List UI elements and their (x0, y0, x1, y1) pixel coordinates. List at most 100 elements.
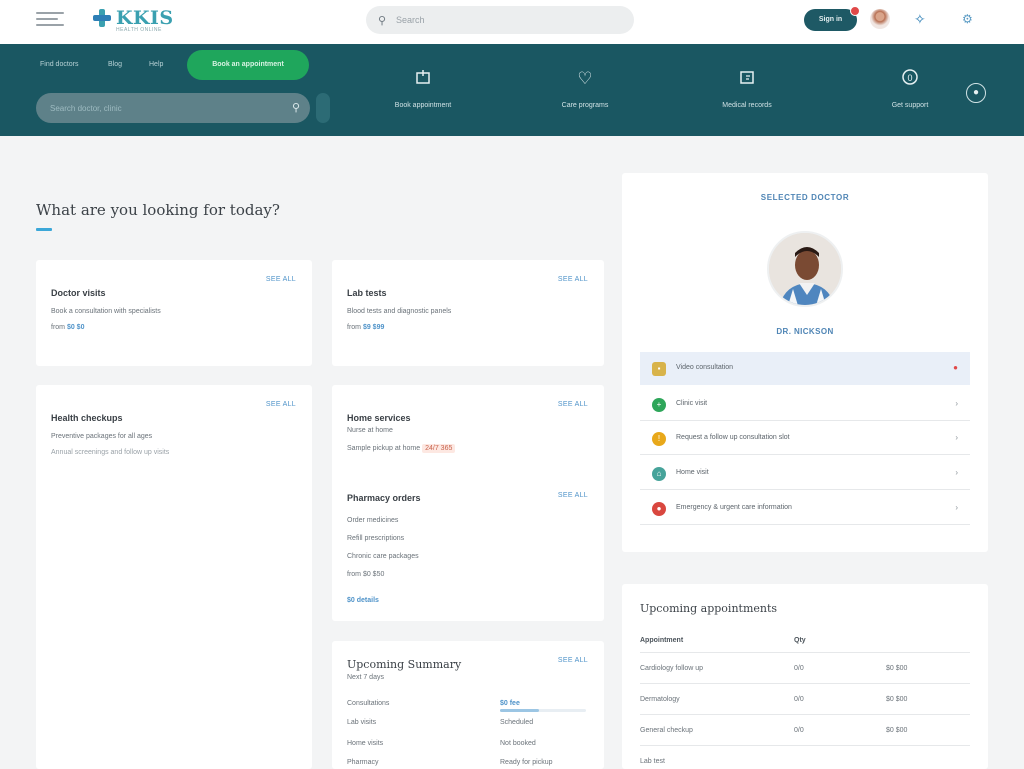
card-subtext: Annual screenings and follow up visits (51, 449, 170, 456)
summary-progress-bar (500, 709, 586, 712)
card-description: Book a consultation with specialists (51, 308, 161, 315)
logo-text: KKIS (116, 7, 174, 29)
table-cell: $0 $00 (886, 727, 908, 734)
top-search-input[interactable]: ⚲ Search (366, 6, 634, 34)
clinic-icon: + (652, 398, 666, 412)
table-cell: $0 $00 (886, 696, 908, 703)
appointments-title: Upcoming appointments (640, 602, 778, 615)
nav-link-help[interactable]: Help (149, 61, 163, 68)
service-card-health-checkups[interactable]: SEE ALL Health checkups Preventive packa… (36, 385, 312, 769)
option-clinic-visit[interactable]: + Clinic visit › (640, 388, 970, 421)
logo-tagline: HEALTH ONLINE (116, 27, 162, 33)
option-follow-up[interactable]: ! Request a follow up consultation slot … (640, 422, 970, 455)
calendar-icon (373, 68, 473, 90)
summary-row-value: Ready for pickup (500, 759, 553, 766)
nav-label: Get support (891, 102, 929, 109)
option-emergency[interactable]: ● Emergency & urgent care information › (640, 492, 970, 525)
table-cell: Dermatology (640, 696, 680, 703)
settings-icon[interactable]: ⚙ (962, 12, 973, 26)
nav-care-programs[interactable]: ♡ Care programs (535, 68, 635, 109)
card-description: Nurse at home (347, 427, 393, 434)
option-label: Video consultation (676, 364, 734, 371)
option-label: Request a follow up consultation slot (676, 434, 790, 441)
summary-progress-fill (500, 709, 539, 712)
card-line: Order medicines (347, 517, 399, 524)
table-row[interactable]: General checkup 0/0 $0 $00 (640, 716, 970, 746)
heading-underline (36, 228, 52, 231)
chevron-right-icon: › (955, 503, 958, 512)
card-price: from $0 $0 (51, 324, 85, 331)
table-row[interactable]: Cardiology follow up 0/0 $0 $00 (640, 654, 970, 684)
heart-icon: ♡ (577, 69, 593, 88)
chevron-right-icon: › (955, 433, 958, 442)
mic-icon[interactable] (316, 93, 330, 123)
summary-row-value: Not booked (500, 740, 536, 747)
logo[interactable]: KKIS HEALTH ONLINE (92, 8, 174, 34)
service-card-lab-tests[interactable]: SEE ALL Lab tests Blood tests and diagno… (332, 260, 604, 366)
option-label: Clinic visit (676, 400, 708, 407)
doctor-search-input[interactable]: Search doctor, clinic ⚲ (36, 93, 310, 123)
more-icon[interactable]: ● (966, 83, 986, 103)
table-row[interactable]: Dermatology 0/0 $0 $00 (640, 685, 970, 715)
card-title: Pharmacy orders (347, 493, 421, 503)
details-link[interactable]: $0 details (347, 597, 379, 604)
table-row[interactable]: Lab test (640, 747, 970, 769)
alert-dot-icon: ● (953, 363, 958, 372)
doctor-photo[interactable] (767, 231, 843, 307)
table-header: Appointment Qty (640, 631, 970, 653)
card-price: from $0 $50 (347, 571, 385, 578)
nav-link-blog[interactable]: Blog (108, 61, 122, 68)
bell-icon[interactable]: ✧ (914, 11, 926, 28)
follow-up-icon: ! (652, 432, 666, 446)
nav-get-support[interactable]: 0 Get support (860, 68, 960, 109)
nav-label: Care programs (561, 102, 609, 109)
summary-row-label: Lab visits (347, 719, 377, 726)
column-header: Qty (794, 637, 806, 644)
search-icon[interactable]: ⚲ (292, 101, 300, 114)
svg-text:0: 0 (907, 73, 912, 83)
column-header: Appointment (640, 637, 684, 644)
see-all-link[interactable]: SEE ALL (558, 657, 588, 664)
nav-label: Book appointment (394, 102, 452, 109)
option-label: Home visit (676, 469, 709, 476)
chevron-right-icon: › (955, 399, 958, 408)
card-description: Blood tests and diagnostic panels (347, 308, 452, 315)
doctor-panel-header: SELECTED DOCTOR (760, 193, 850, 202)
summary-row-value: $0 fee (500, 700, 520, 707)
see-all-link[interactable]: SEE ALL (558, 276, 588, 283)
card-title: Doctor visits (51, 288, 106, 298)
summary-row-label: Home visits (347, 740, 384, 747)
card-line: Refill prescriptions (347, 535, 405, 542)
document-icon (697, 68, 797, 90)
table-cell: Cardiology follow up (640, 665, 704, 672)
nav-band: Find doctors Blog Help Book an appointme… (0, 44, 1024, 136)
table-cell: 0/0 (794, 696, 804, 703)
nav-medical-records[interactable]: Medical records (697, 68, 797, 109)
option-label: Emergency & urgent care information (676, 504, 792, 511)
see-all-link[interactable]: SEE ALL (558, 492, 588, 499)
avatar[interactable] (870, 9, 890, 29)
see-all-link[interactable]: SEE ALL (266, 401, 296, 408)
nav-link-find-doctors[interactable]: Find doctors (40, 61, 79, 68)
nav-book-appointment[interactable]: Book appointment (373, 68, 473, 109)
search-icon: ⚲ (378, 15, 387, 27)
card-description: Next 7 days (347, 674, 384, 681)
service-card-home-services[interactable]: SEE ALL Home services Nurse at home Samp… (332, 385, 604, 621)
page-title: What are you looking for today? (36, 201, 280, 219)
alert-icon: ● (652, 502, 666, 516)
card-title: Lab tests (347, 288, 387, 298)
book-appointment-button[interactable]: Book an appointment (187, 50, 309, 80)
see-all-link[interactable]: SEE ALL (266, 276, 296, 283)
sign-in-button[interactable]: Sign in (804, 9, 857, 31)
nav-label: Medical records (722, 102, 772, 109)
card-price: from $9 $99 (347, 324, 385, 331)
option-video-consultation[interactable]: ▪ Video consultation ● (640, 352, 970, 385)
menu-icon[interactable] (36, 12, 66, 28)
option-home-visit[interactable]: ⌂ Home visit › (640, 457, 970, 490)
notification-badge (850, 6, 860, 16)
card-title: Upcoming Summary (347, 658, 462, 671)
service-card-doctor-visits[interactable]: SEE ALL Doctor visits Book a consultatio… (36, 260, 312, 366)
card-description: Preventive packages for all ages (51, 433, 153, 440)
see-all-link[interactable]: SEE ALL (558, 401, 588, 408)
summary-row-label: Consultations (347, 700, 390, 707)
